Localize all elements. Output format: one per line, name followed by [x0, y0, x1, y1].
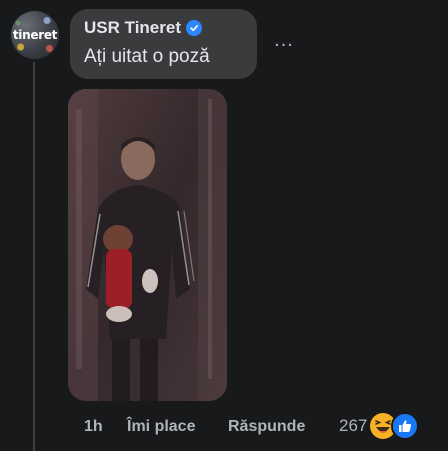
author-row: USR Tineret: [84, 18, 245, 38]
verified-badge-icon: [186, 20, 202, 36]
reply-button[interactable]: Răspunde: [228, 418, 305, 436]
photo-image: [68, 89, 227, 401]
avatar-text: tineret: [12, 28, 58, 42]
comment-thread: tineret USR Tineret Ați uitat o poză ...: [0, 0, 448, 451]
thread-line: [33, 62, 35, 451]
author-name[interactable]: USR Tineret: [84, 18, 181, 38]
comment-bubble: USR Tineret Ați uitat o poză: [70, 9, 257, 79]
timestamp-link[interactable]: 1h: [84, 418, 127, 436]
comment-photo[interactable]: [68, 89, 227, 401]
reaction-count: 267: [339, 416, 368, 435]
comment-actions: 1h Îmi place Răspunde: [84, 416, 305, 438]
more-options-button[interactable]: ...: [272, 30, 296, 50]
like-button[interactable]: Îmi place: [127, 418, 228, 436]
reactions-summary[interactable]: 267: [339, 411, 420, 441]
like-icon: [391, 412, 420, 440]
comment-text: Ați uitat o poză: [84, 46, 210, 67]
avatar[interactable]: tineret: [11, 11, 59, 59]
